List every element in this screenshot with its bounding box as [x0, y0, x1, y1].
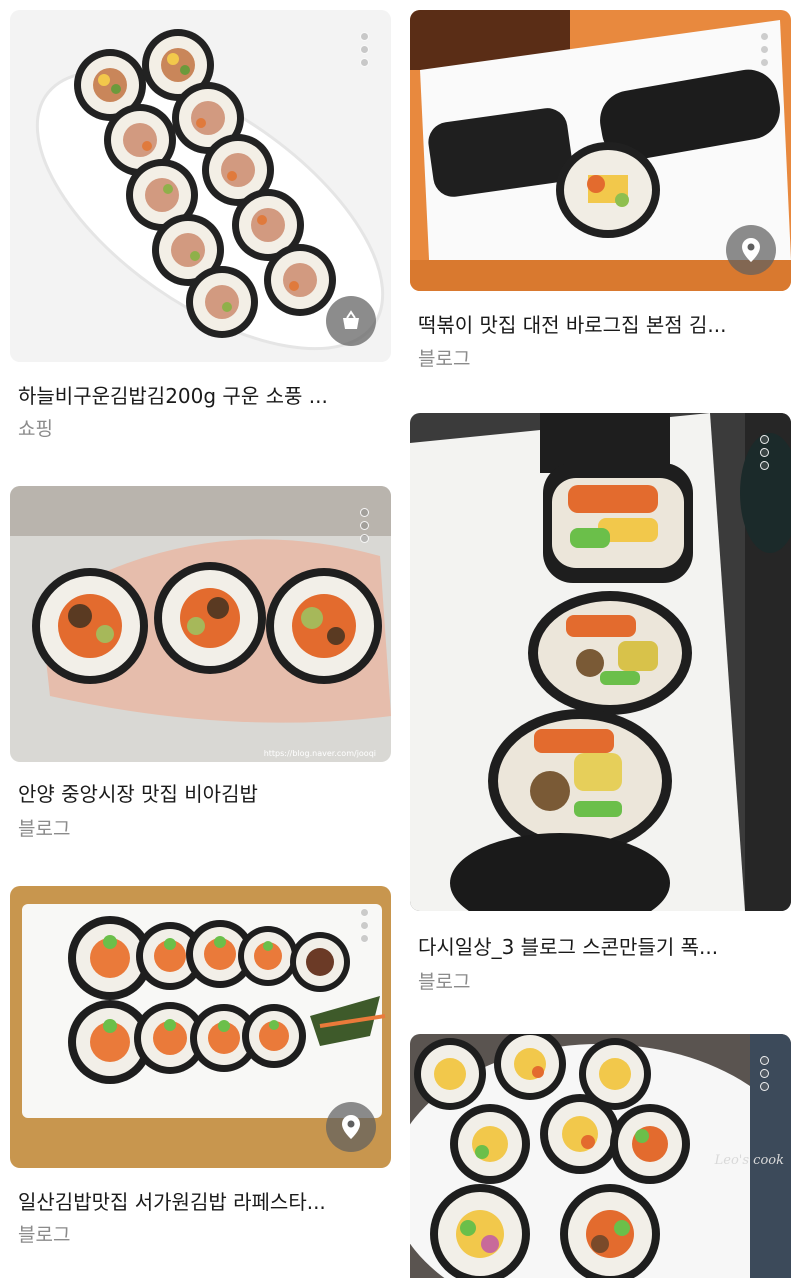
shopping-bag-icon[interactable]	[326, 296, 376, 346]
result-thumbnail[interactable]: Leo's cook	[410, 1034, 791, 1278]
result-card[interactable]: Leo's cook	[410, 1034, 791, 1278]
result-thumbnail[interactable]	[410, 10, 791, 291]
result-source: 블로그	[418, 348, 471, 370]
more-options-icon[interactable]	[759, 435, 769, 470]
result-source: 블로그	[18, 1224, 71, 1246]
watermark-text: Leo's cook	[714, 1153, 784, 1168]
result-thumbnail[interactable]	[10, 886, 391, 1168]
result-card[interactable]: https://blog.naver.com/jooqi 안양 중앙시장 맛집 …	[10, 486, 391, 840]
more-options-icon[interactable]	[759, 1056, 769, 1091]
location-pin-icon[interactable]	[326, 1102, 376, 1152]
result-source: 쇼핑	[18, 418, 53, 440]
more-options-icon[interactable]	[359, 908, 369, 943]
result-card[interactable]: 다시일상_3 블로그 스콘만들기 폭... 블로그	[410, 413, 791, 993]
result-title[interactable]: 다시일상_3 블로그 스콘만들기 폭...	[418, 931, 788, 960]
result-source: 블로그	[18, 818, 71, 840]
result-card[interactable]: 떡볶이 맛집 대전 바로그집 본점 김... 블로그	[410, 10, 791, 370]
more-options-icon[interactable]	[359, 508, 369, 543]
result-title[interactable]: 일산김밥맛집 서가원김밥 라페스타...	[18, 1186, 388, 1215]
kimbap-photo: Leo's cook	[410, 1034, 791, 1278]
result-thumbnail[interactable]	[410, 413, 791, 911]
result-thumbnail[interactable]: https://blog.naver.com/jooqi	[10, 486, 391, 762]
more-options-icon[interactable]	[359, 32, 369, 67]
result-title[interactable]: 떡볶이 맛집 대전 바로그집 본점 김...	[418, 309, 788, 338]
result-card[interactable]: 일산김밥맛집 서가원김밥 라페스타... 블로그	[10, 886, 391, 1246]
result-title[interactable]: 하늘비구운김밥김200g 구운 소풍 ...	[18, 380, 388, 409]
result-title[interactable]: 안양 중앙시장 맛집 비아김밥	[18, 778, 388, 807]
watermark-text: https://blog.naver.com/jooqi	[264, 749, 376, 758]
kimbap-photo	[410, 413, 791, 911]
location-pin-icon[interactable]	[726, 225, 776, 275]
more-options-icon[interactable]	[759, 32, 769, 67]
result-source: 블로그	[418, 971, 471, 993]
result-thumbnail[interactable]	[10, 10, 391, 362]
kimbap-photo: https://blog.naver.com/jooqi	[10, 486, 391, 762]
result-card[interactable]: 하늘비구운김밥김200g 구운 소풍 ... 쇼핑	[10, 10, 391, 440]
